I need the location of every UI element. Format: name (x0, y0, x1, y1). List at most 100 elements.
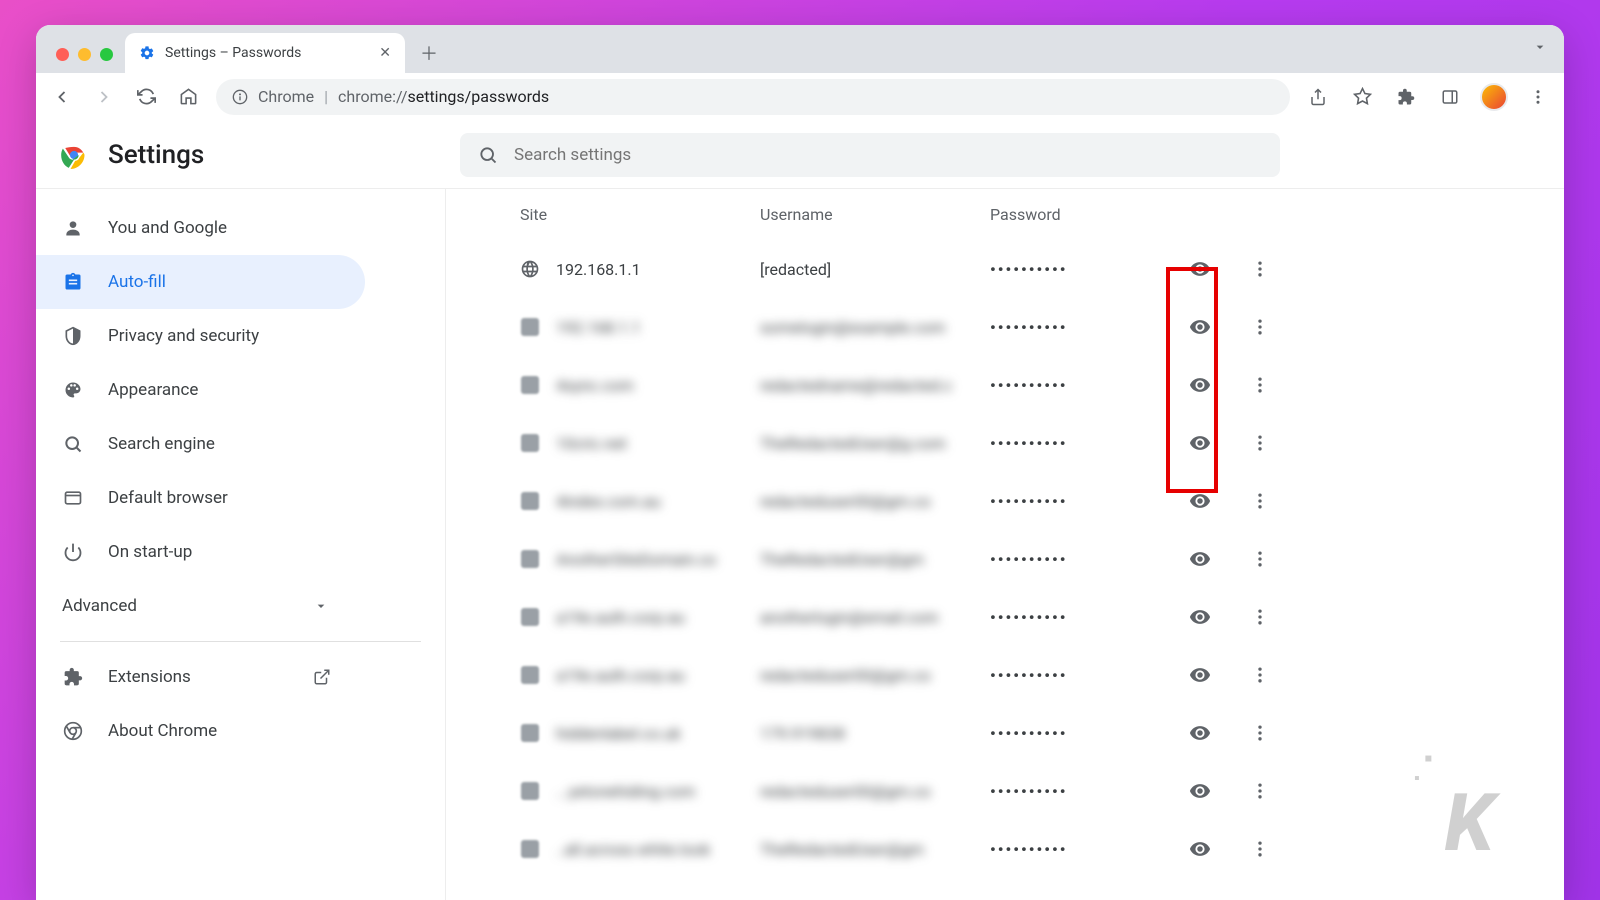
bookmark-button[interactable] (1348, 83, 1376, 111)
password-row[interactable]: 10cric.netTheRedactedUser@g.com•••••••••… (446, 414, 1276, 472)
minimize-window-icon[interactable] (78, 48, 91, 61)
password-row[interactable]: AnotherSiteDomain.coTheRedactedUser@gm••… (446, 530, 1276, 588)
password-mask: •••••••••• (990, 550, 1170, 569)
close-window-icon[interactable] (56, 48, 69, 61)
home-button[interactable] (174, 83, 202, 111)
row-more-button[interactable] (1242, 367, 1278, 403)
show-password-button[interactable] (1182, 541, 1218, 577)
sidebar-item-privacy-and-security[interactable]: Privacy and security (36, 309, 365, 363)
password-row[interactable]: hiddenlabel.co.uk179.919838•••••••••• (446, 704, 1276, 762)
show-password-button[interactable] (1182, 773, 1218, 809)
chrome-logo-icon (60, 141, 88, 169)
show-password-button[interactable] (1182, 425, 1218, 461)
row-more-button[interactable] (1242, 483, 1278, 519)
password-mask: •••••••••• (990, 840, 1170, 859)
sidebar-advanced[interactable]: Advanced (36, 579, 355, 633)
col-username: Username (760, 205, 990, 224)
site-name: 4index.com.au (556, 492, 661, 511)
row-more-button[interactable] (1242, 541, 1278, 577)
username-value: redacteduser00@gm.co (760, 492, 990, 511)
sidebar-extensions[interactable]: Extensions (36, 650, 365, 704)
show-password-button[interactable] (1182, 251, 1218, 287)
search-settings-box[interactable] (460, 133, 1280, 177)
username-value: redacteduser00@gm.co (760, 666, 990, 685)
sidebar-item-on-start-up[interactable]: On start-up (36, 525, 365, 579)
sidebar-item-label: Privacy and security (108, 326, 259, 346)
show-password-button[interactable] (1182, 657, 1218, 693)
gear-icon (139, 45, 155, 61)
chrome-menu-button[interactable] (1524, 83, 1552, 111)
row-more-button[interactable] (1242, 715, 1278, 751)
sidebar-about[interactable]: About Chrome (36, 704, 365, 758)
show-password-button[interactable] (1182, 831, 1218, 867)
row-more-button[interactable] (1242, 773, 1278, 809)
favicon (520, 607, 540, 627)
password-mask: •••••••••• (990, 666, 1170, 685)
extension-icon (62, 666, 84, 688)
extensions-button[interactable] (1392, 83, 1420, 111)
settings-main: Site Username Password 192.168.1.1[redac… (446, 189, 1564, 900)
password-row[interactable]: a19e.auth.corp.auredacteduser00@gm.co•••… (446, 646, 1276, 704)
assignment-icon (62, 271, 84, 293)
row-more-button[interactable] (1242, 831, 1278, 867)
settings-sidebar: You and GoogleAuto-fill Privacy and secur… (36, 189, 446, 900)
password-mask: •••••••••• (990, 260, 1170, 279)
sidebar-item-search-engine[interactable]: Search engine (36, 417, 365, 471)
password-row[interactable]: 192.168.1.1[redacted]•••••••••• (446, 240, 1276, 298)
forward-button[interactable] (90, 83, 118, 111)
row-more-button[interactable] (1242, 309, 1278, 345)
row-more-button[interactable] (1242, 251, 1278, 287)
sidepanel-button[interactable] (1436, 83, 1464, 111)
address-bar[interactable]: Chrome | chrome://settings/passwords (216, 79, 1290, 115)
open-external-icon (313, 668, 331, 686)
browser-tab[interactable]: Settings – Passwords ✕ (125, 33, 405, 73)
share-button[interactable] (1304, 83, 1332, 111)
sidebar-item-auto-fill[interactable]: Auto-fill (36, 255, 365, 309)
show-password-button[interactable] (1182, 599, 1218, 635)
person-icon (62, 217, 84, 239)
show-password-button[interactable] (1182, 309, 1218, 345)
site-info-icon[interactable] (232, 89, 248, 105)
username-value: TheRedactedUser@g.com (760, 434, 990, 453)
row-more-button[interactable] (1242, 599, 1278, 635)
password-row[interactable]: ...yetonehiding.comredacteduser00@gm.co•… (446, 762, 1276, 820)
search-settings-input[interactable] (514, 145, 1262, 165)
password-row[interactable]: a19e.auth.corp.auanotherlogin@email.com•… (446, 588, 1276, 646)
sidebar-item-you-and-google[interactable]: You and Google (36, 201, 365, 255)
show-password-button[interactable] (1182, 483, 1218, 519)
password-row[interactable]: 4index.com.auredacteduser00@gm.co•••••••… (446, 472, 1276, 530)
search-icon (478, 145, 498, 165)
new-tab-button[interactable]: ＋ (413, 37, 445, 69)
sidebar-item-label: Appearance (108, 380, 198, 400)
show-password-button[interactable] (1182, 715, 1218, 751)
maximize-window-icon[interactable] (100, 48, 113, 61)
back-button[interactable] (48, 83, 76, 111)
password-row[interactable]: 4sync.comredactedname@redacted.c••••••••… (446, 356, 1276, 414)
site-name: ..all.across.white.look (556, 840, 710, 859)
close-tab-icon[interactable]: ✕ (379, 45, 391, 61)
col-password: Password (990, 205, 1170, 224)
row-more-button[interactable] (1242, 657, 1278, 693)
favicon (520, 839, 540, 859)
favicon (520, 549, 540, 569)
favicon (520, 781, 540, 801)
omnibox-url: chrome://settings/passwords (338, 87, 549, 106)
show-password-button[interactable] (1182, 367, 1218, 403)
sidebar-item-label: On start-up (108, 542, 192, 562)
password-mask: •••••••••• (990, 608, 1170, 627)
sidebar-item-default-browser[interactable]: Default browser (36, 471, 365, 525)
username-value: somelogin@example.com (760, 318, 990, 337)
site-name: hiddenlabel.co.uk (556, 724, 681, 743)
sidebar-item-label: Default browser (108, 488, 228, 508)
password-row[interactable]: ..all.across.white.lookTheRedactedUser@g… (446, 820, 1276, 878)
globe-icon (520, 259, 540, 279)
password-row[interactable]: 192.168.1.1somelogin@example.com••••••••… (446, 298, 1276, 356)
watermark: ▪ K (1430, 776, 1494, 870)
row-more-button[interactable] (1242, 425, 1278, 461)
reload-button[interactable] (132, 83, 160, 111)
favicon (520, 433, 540, 453)
chrome-icon (62, 720, 84, 742)
profile-avatar[interactable] (1480, 83, 1508, 111)
sidebar-item-appearance[interactable]: Appearance (36, 363, 365, 417)
tabs-dropdown-icon[interactable] (1532, 39, 1548, 55)
